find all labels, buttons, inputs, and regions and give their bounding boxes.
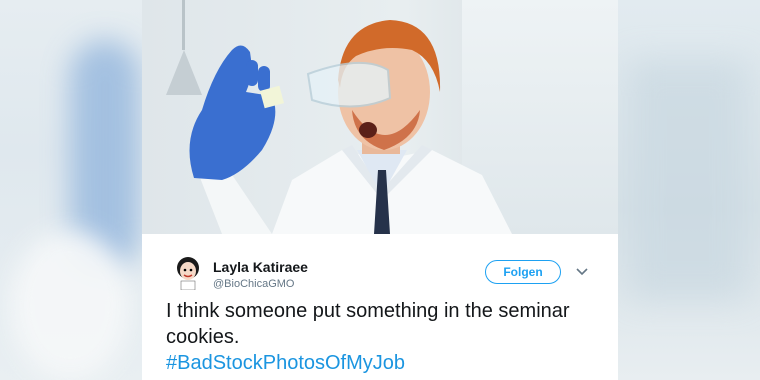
- tweet-text: I think someone put something in the sem…: [166, 298, 606, 376]
- scientist-illustration: [189, 20, 512, 234]
- tweet-body: I think someone put something in the sem…: [166, 300, 570, 348]
- hashtag-link[interactable]: #BadStockPhotosOfMyJob: [166, 350, 606, 376]
- chevron-down-icon[interactable]: [576, 268, 588, 276]
- tweet-card: Layla Katiraee @BioChicaGMO Folgen I thi…: [142, 234, 618, 380]
- blurred-background-left: [0, 0, 142, 380]
- author-name[interactable]: Layla Katiraee: [213, 259, 308, 275]
- blurred-background-right: [618, 0, 760, 380]
- stock-photo-scientist: [142, 0, 618, 234]
- follow-button[interactable]: Folgen: [485, 260, 561, 284]
- blurred-window-shape: [628, 60, 748, 300]
- blurred-coat-shape: [10, 230, 130, 380]
- author-handle[interactable]: @BioChicaGMO: [213, 278, 294, 290]
- avatar[interactable]: [175, 256, 201, 290]
